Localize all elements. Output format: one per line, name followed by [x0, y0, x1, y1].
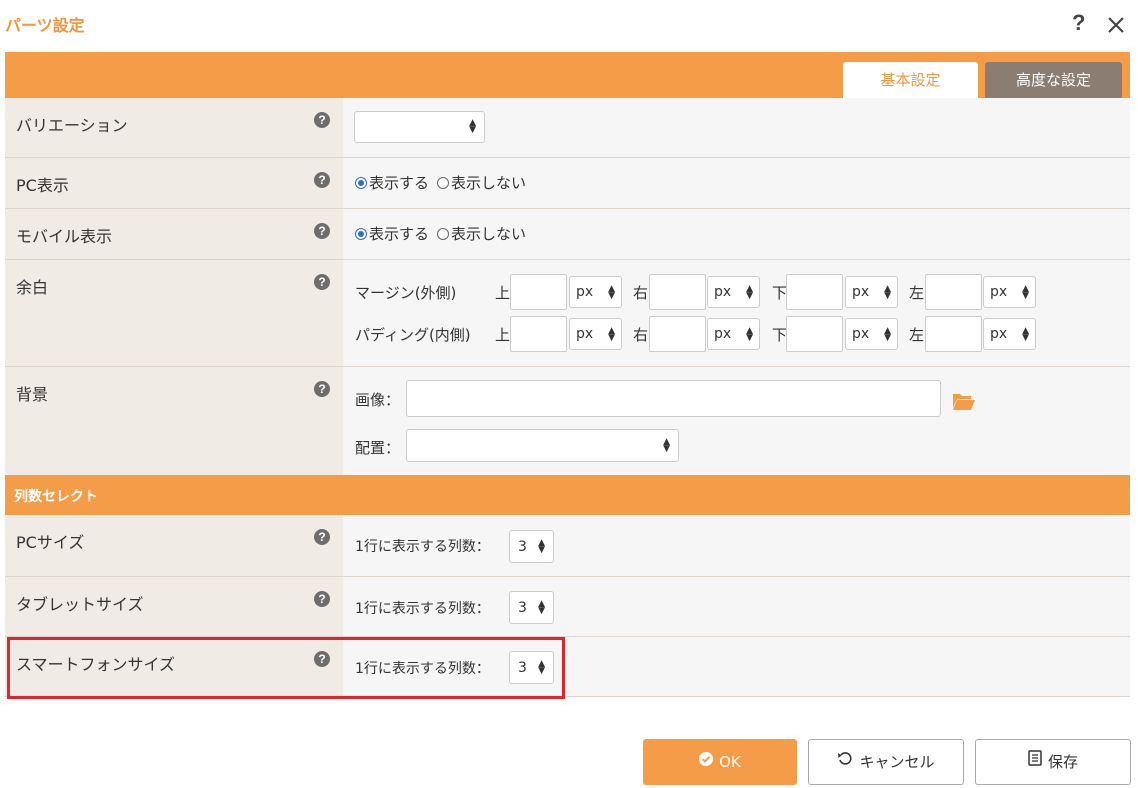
margin-left-label: 左	[909, 284, 925, 302]
dialog-title-bar: パーツ設定 ?	[0, 0, 1138, 52]
row-pc-size: PCサイズ ? 1行に表示する列数： 3 ▲ ▼	[5, 515, 1130, 577]
pc-size-label: PCサイズ	[16, 533, 85, 552]
question-icon[interactable]: ?	[314, 274, 330, 290]
margin-top-label: 上	[495, 284, 511, 302]
row-smartphone-size: スマートフォンサイズ ? 1行に表示する列数： 3 ▲ ▼	[5, 637, 1130, 697]
columns-section-header: 列数セレクト	[5, 475, 1130, 515]
close-icon[interactable]	[1104, 10, 1128, 38]
padding-right-label: 右	[633, 326, 649, 344]
check-circle-icon	[699, 739, 714, 783]
document-icon	[1028, 739, 1042, 783]
mobile-display-label: モバイル表示	[16, 227, 113, 246]
pc-columns-select[interactable]: 3 ▲ ▼	[509, 530, 554, 563]
pc-display-show-radio[interactable]: 表示する	[355, 172, 429, 193]
margin-left-input[interactable]	[925, 274, 982, 310]
padding-right-unit[interactable]: px ▲ ▼	[707, 318, 760, 350]
row-variation: バリエーション ? ▲ ▼	[5, 98, 1130, 158]
folder-open-icon[interactable]	[952, 391, 976, 411]
padding-bottom-input[interactable]	[786, 316, 843, 352]
padding-bottom-label: 下	[772, 326, 788, 344]
sort-arrows-icon: ▲ ▼	[469, 118, 476, 135]
section-title: 列数セレクト	[14, 489, 98, 505]
padding-left-input[interactable]	[925, 316, 982, 352]
background-image-input[interactable]	[406, 380, 941, 417]
variation-label: バリエーション	[16, 116, 128, 135]
save-button[interactable]: 保存	[975, 739, 1131, 785]
row-spacing: 余白 ? マージン(外側) 上 px ▲ ▼ 右 px ▲ ▼ 下 px ▲ ▼ 左 px ▲…	[5, 260, 1130, 367]
columns-per-row-label: 1行に表示する列数：	[355, 661, 490, 677]
row-mobile-display: モバイル表示 ? 表示する 表示しない	[5, 209, 1130, 260]
margin-right-label: 右	[633, 284, 649, 302]
row-tablet-size: タブレットサイズ ? 1行に表示する列数： 3 ▲ ▼	[5, 577, 1130, 637]
columns-per-row-label: 1行に表示する列数：	[355, 539, 490, 555]
tablet-size-label: タブレットサイズ	[16, 595, 144, 614]
smartphone-columns-select[interactable]: 3 ▲ ▼	[509, 651, 554, 684]
sort-arrows-icon: ▲ ▼	[538, 598, 545, 616]
pc-display-radio-group: 表示する 表示しない	[355, 172, 534, 193]
margin-bottom-unit[interactable]: px ▲ ▼	[845, 276, 898, 308]
padding-left-label: 左	[909, 326, 925, 344]
mobile-display-radio-group: 表示する 表示しない	[355, 223, 534, 244]
padding-top-label: 上	[495, 326, 511, 344]
question-icon[interactable]: ?	[314, 172, 330, 188]
padding-left-unit[interactable]: px ▲ ▼	[983, 318, 1036, 350]
image-label: 画像：	[355, 391, 401, 409]
margin-left-unit[interactable]: px ▲ ▼	[983, 276, 1036, 308]
smartphone-size-label: スマートフォンサイズ	[16, 655, 176, 674]
padding-label: パディング(内側)	[355, 326, 471, 344]
padding-top-unit[interactable]: px ▲ ▼	[569, 318, 622, 350]
margin-right-input[interactable]	[649, 274, 706, 310]
sort-arrows-icon: ▲ ▼	[663, 436, 670, 454]
question-icon[interactable]: ?	[314, 112, 330, 128]
ok-button[interactable]: OK	[643, 739, 797, 785]
tablet-columns-select[interactable]: 3 ▲ ▼	[509, 591, 554, 624]
mobile-display-hide-radio[interactable]: 表示しない	[437, 223, 526, 244]
sort-arrows-icon: ▲ ▼	[538, 537, 545, 555]
padding-bottom-unit[interactable]: px ▲ ▼	[845, 318, 898, 350]
spacing-label: 余白	[16, 278, 49, 297]
question-icon[interactable]: ?	[314, 381, 330, 397]
margin-top-unit[interactable]: px ▲ ▼	[569, 276, 622, 308]
margin-right-unit[interactable]: px ▲ ▼	[707, 276, 760, 308]
help-icon[interactable]: ?	[1072, 10, 1085, 36]
question-icon[interactable]: ?	[314, 591, 330, 607]
tab-basic-settings[interactable]: 基本設定	[843, 62, 978, 98]
pc-display-label: PC表示	[16, 176, 69, 195]
mobile-display-show-radio[interactable]: 表示する	[355, 223, 429, 244]
background-label: 背景	[16, 385, 49, 404]
padding-top-input[interactable]	[510, 316, 567, 352]
tab-bar: 基本設定 高度な設定	[5, 52, 1130, 98]
margin-top-input[interactable]	[510, 274, 567, 310]
cancel-button[interactable]: キャンセル	[808, 739, 964, 785]
margin-label: マージン(外側)	[355, 284, 457, 302]
variation-select[interactable]: ▲ ▼	[354, 111, 485, 143]
margin-bottom-label: 下	[772, 284, 788, 302]
question-icon[interactable]: ?	[314, 651, 330, 667]
question-icon[interactable]: ?	[314, 223, 330, 239]
tab-advanced-settings[interactable]: 高度な設定	[985, 62, 1122, 98]
row-pc-display: PC表示 ? 表示する 表示しない	[5, 158, 1130, 209]
pc-display-hide-radio[interactable]: 表示しない	[437, 172, 526, 193]
background-position-select[interactable]: ▲ ▼	[406, 429, 679, 462]
columns-per-row-label: 1行に表示する列数：	[355, 601, 490, 617]
question-icon[interactable]: ?	[314, 529, 330, 545]
margin-bottom-input[interactable]	[786, 274, 843, 310]
dialog-title: パーツ設定	[5, 16, 85, 35]
position-label: 配置：	[355, 439, 401, 457]
row-background: 背景 ? 画像： 配置： ▲ ▼	[5, 367, 1130, 475]
undo-icon	[837, 739, 853, 783]
sort-arrows-icon: ▲ ▼	[538, 658, 545, 676]
padding-right-input[interactable]	[649, 316, 706, 352]
